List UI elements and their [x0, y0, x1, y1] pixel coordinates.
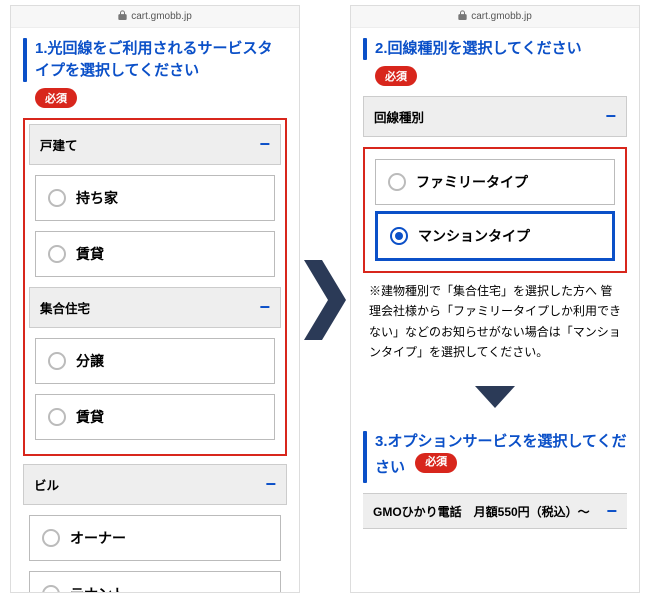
option-rent-house[interactable]: 賃貸 [35, 231, 275, 277]
step-indicator-bar [363, 431, 367, 483]
radio-icon [48, 189, 66, 207]
radio-icon [48, 245, 66, 263]
step-indicator-bar [23, 38, 27, 82]
collapse-icon: − [265, 475, 276, 493]
highlight-box: 戸建て − 持ち家 賃貸 集合住宅 − 分譲 [23, 118, 287, 456]
option-condo[interactable]: 分譲 [35, 338, 275, 384]
transition-arrow-icon [304, 260, 346, 345]
required-badge: 必須 [415, 453, 457, 473]
option-family-type[interactable]: ファミリータイプ [375, 159, 615, 205]
option-label: テナント [70, 584, 126, 594]
screen-step1: cart.gmobb.jp 1.光回線をご利用されるサービスタイプを選択してくだ… [10, 5, 300, 593]
group-header-apartment[interactable]: 集合住宅 − [29, 287, 281, 328]
required-badge: 必須 [375, 66, 417, 86]
group-header-detached[interactable]: 戸建て − [29, 124, 281, 165]
option-mansion-type[interactable]: マンションタイプ [375, 211, 615, 261]
option-rent-apartment[interactable]: 賃貸 [35, 394, 275, 440]
radio-icon [388, 173, 406, 191]
guidance-note: ※建物種別で「集合住宅」を選択した方へ 管理会社様から「ファミリータイプしか利用… [363, 281, 627, 375]
address-bar: cart.gmobb.jp [11, 6, 299, 28]
step1-title: 1.光回線をご利用されるサービスタイプを選択してください [35, 38, 287, 82]
lock-icon [458, 10, 467, 23]
radio-icon [390, 227, 408, 245]
option-own-house[interactable]: 持ち家 [35, 175, 275, 221]
section-label: 回線種別 [374, 107, 424, 126]
radio-icon [48, 352, 66, 370]
option-label: 持ち家 [76, 188, 118, 208]
option-label: 分譲 [76, 351, 104, 371]
step2-title: 2.回線種別を選択してください [375, 38, 582, 60]
url-host: cart.gmobb.jp [471, 11, 532, 22]
collapse-icon: − [606, 502, 617, 520]
group-label: 戸建て [40, 135, 78, 154]
option-label: 賃貸 [76, 407, 104, 427]
option-label: ファミリータイプ [416, 172, 528, 192]
collapse-icon: − [259, 135, 270, 153]
screen-step2: cart.gmobb.jp 2.回線種別を選択してください 必須 回線種別 − … [350, 5, 640, 593]
step-indicator-bar [363, 38, 367, 60]
option-label: オーナー [70, 528, 126, 548]
group-header-building[interactable]: ビル − [23, 464, 287, 505]
option-tenant[interactable]: テナント [29, 571, 281, 594]
collapse-icon: − [259, 298, 270, 316]
url-host: cart.gmobb.jp [131, 11, 192, 22]
chevron-down-icon [363, 374, 627, 431]
radio-icon [42, 529, 60, 547]
address-bar: cart.gmobb.jp [351, 6, 639, 28]
required-badge: 必須 [35, 88, 77, 108]
radio-icon [48, 408, 66, 426]
option-owner[interactable]: オーナー [29, 515, 281, 561]
highlight-box: ファミリータイプ マンションタイプ [363, 147, 627, 273]
group-label: ビル [34, 475, 59, 494]
option-label: 賃貸 [76, 244, 104, 264]
option-service-label: GMOひかり電話 月額550円（税込）～ [373, 503, 590, 520]
step3-title: 3.オプションサービスを選択してください 必須 [375, 431, 627, 483]
option-service-header[interactable]: GMOひかり電話 月額550円（税込）～ − [363, 493, 627, 529]
collapse-icon: − [605, 107, 616, 125]
step3-title-text: 3.オプションサービスを選択してください [375, 433, 627, 476]
group-label: 集合住宅 [40, 298, 90, 317]
radio-icon [42, 585, 60, 594]
line-type-header[interactable]: 回線種別 − [363, 96, 627, 137]
option-label: マンションタイプ [418, 226, 530, 246]
lock-icon [118, 10, 127, 23]
